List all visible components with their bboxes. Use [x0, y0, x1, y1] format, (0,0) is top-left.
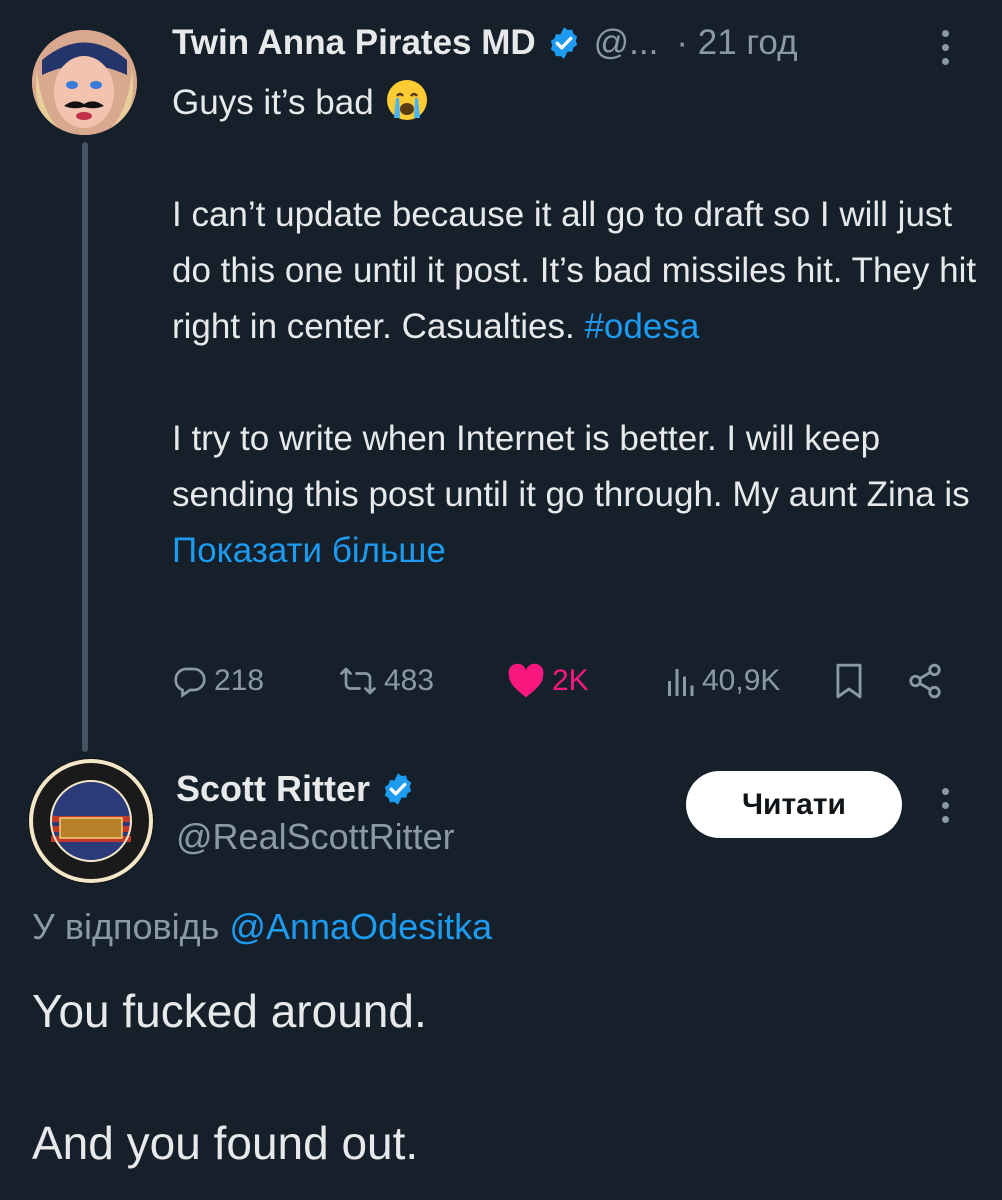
like-count: 2K: [552, 664, 589, 697]
operation-dawn-logo: [29, 759, 153, 883]
share-icon: [909, 663, 941, 699]
like-button[interactable]: 2K: [506, 656, 589, 706]
reply-text-line: And you found out.: [32, 1117, 419, 1169]
bookmark-icon: [836, 663, 862, 699]
verified-badge-icon: [546, 25, 582, 61]
repost-icon: [340, 667, 376, 695]
tweet-text-paragraph: I try to write when Internet is better. …: [172, 419, 970, 514]
reply-author-avatar[interactable]: [28, 758, 154, 884]
views-bar-chart-icon: [668, 669, 694, 696]
hashtag-link[interactable]: #odesa: [584, 307, 699, 346]
reply-author-header: Scott Ritter: [176, 764, 416, 814]
show-more-link[interactable]: Показати більше: [172, 531, 446, 570]
heart-icon: [508, 663, 544, 698]
crying-face-emoji-icon: [384, 76, 430, 122]
avatar-image: [32, 30, 137, 135]
tweet-header: Twin Anna Pirates MD @... · 21 год: [172, 18, 798, 68]
follow-button[interactable]: Читати: [686, 771, 902, 838]
author-avatar[interactable]: [32, 30, 137, 135]
replying-to: У відповідь @AnnaOdesitka: [32, 900, 492, 954]
reply-body: You fucked around. And you found out.: [32, 978, 427, 1176]
reply-count: 218: [214, 664, 265, 697]
reply-button[interactable]: 218: [172, 656, 264, 706]
author-name[interactable]: Twin Anna Pirates MD: [172, 23, 536, 63]
repost-count: 483: [384, 664, 435, 697]
thread-line: [82, 142, 88, 752]
bookmark-button[interactable]: [832, 656, 866, 706]
repost-button[interactable]: 483: [338, 656, 434, 706]
author-handle[interactable]: @...: [594, 23, 659, 63]
view-count: 40,9K: [702, 664, 781, 697]
more-options-icon[interactable]: [940, 30, 950, 65]
reply-author-handle[interactable]: @RealScottRitter: [176, 812, 455, 862]
tweet-actions: 218 483 2K 40,9K: [172, 656, 962, 706]
share-button[interactable]: [906, 656, 944, 706]
tweet-timestamp[interactable]: · 21 год: [676, 23, 797, 63]
reply-text-line: You fucked around.: [32, 985, 427, 1037]
tweet-text-paragraph: I can’t update because it all go to draf…: [172, 195, 977, 346]
replying-to-handle-link[interactable]: @AnnaOdesitka: [229, 906, 492, 947]
replying-to-label: У відповідь: [32, 906, 220, 947]
reply-icon: [174, 667, 206, 698]
views-button[interactable]: 40,9K: [664, 656, 780, 706]
verified-badge-icon: [380, 771, 416, 807]
more-options-icon[interactable]: [940, 788, 950, 823]
tweet-text-line: Guys it’s bad: [172, 83, 374, 122]
tweet-body: Guys it’s bad I can’t update because it …: [172, 75, 982, 579]
reply-author-name[interactable]: Scott Ritter: [176, 768, 370, 810]
